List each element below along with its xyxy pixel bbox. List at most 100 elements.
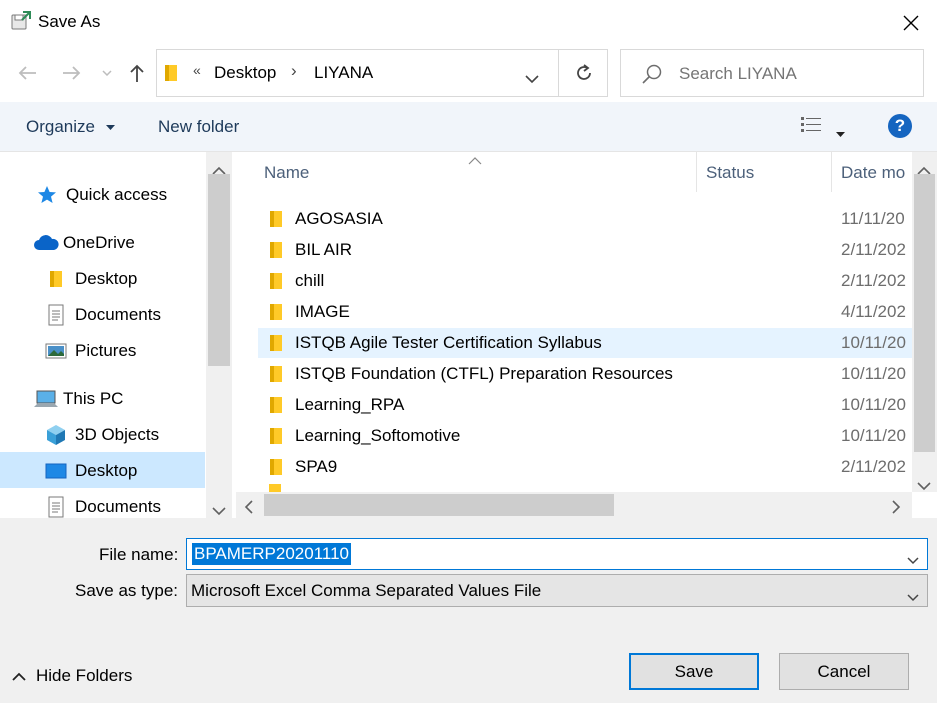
save-as-app-icon	[10, 10, 32, 32]
sidebar-item-label: This PC	[63, 389, 124, 408]
title-bar	[0, 0, 937, 44]
search-box[interactable]	[620, 49, 924, 97]
sidebar-item-label: Documents	[75, 305, 161, 324]
save-as-type-value: Microsoft Excel Comma Separated Values F…	[191, 581, 542, 600]
file-name: Learning_Softomotive	[295, 426, 461, 445]
sidebar-item-desktop[interactable]: Desktop	[45, 453, 137, 489]
file-row[interactable]: ISTQB Agile Tester Certification Syllabu…	[258, 328, 912, 358]
organize-label: Organize	[26, 117, 95, 136]
sidebar-item-label: Pictures	[75, 341, 137, 360]
organize-button[interactable]: Organize	[26, 117, 115, 137]
breadcrumb-desktop[interactable]: Desktop	[214, 63, 276, 83]
scroll-down-arrow-icon[interactable]	[917, 476, 931, 496]
folder-icon	[268, 303, 284, 326]
new-folder-button[interactable]: New folder	[158, 117, 239, 137]
scroll-right-arrow-icon[interactable]	[892, 499, 901, 519]
arrow-left-icon	[18, 66, 36, 80]
path-overflow[interactable]: «	[193, 62, 201, 78]
window-title: Save As	[38, 12, 101, 31]
folder-icon	[268, 396, 284, 419]
change-view-button[interactable]	[800, 115, 824, 137]
close-button[interactable]	[890, 6, 932, 40]
column-header-date-modified[interactable]: Date mo	[841, 163, 911, 183]
file-row[interactable]: BIL AIR 2/11/202	[258, 235, 912, 265]
sidebar-item-quick-access[interactable]: Quick access	[36, 177, 167, 213]
breadcrumb-liyana[interactable]: LIYANA	[314, 63, 373, 83]
file-row[interactable]: ISTQB Foundation (CTFL) Preparation Reso…	[258, 359, 912, 389]
search-icon	[641, 63, 663, 90]
scroll-left-arrow-icon[interactable]	[244, 499, 253, 519]
search-input[interactable]	[679, 62, 909, 86]
forward-button[interactable]	[55, 58, 89, 88]
save-as-type-dropdown-button[interactable]	[907, 587, 919, 607]
close-icon	[903, 15, 919, 31]
hide-folders-label: Hide Folders	[36, 666, 133, 685]
file-row[interactable]: AGOSASIA 11/11/20	[258, 204, 912, 234]
column-header-status[interactable]: Status	[706, 163, 754, 183]
sidebar-item-desktop-onedrive[interactable]: Desktop	[45, 261, 137, 297]
cube-icon	[45, 424, 67, 446]
file-row[interactable]: Learning_RPA 10/11/20	[258, 390, 912, 420]
file-list-horizontal-thumb[interactable]	[264, 494, 614, 516]
file-date-modified: 4/11/202	[841, 302, 906, 321]
file-name-dropdown-button[interactable]	[907, 550, 919, 570]
folder-icon	[268, 365, 284, 388]
sidebar-item-label: Documents	[75, 497, 161, 516]
sidebar-scroll-thumb[interactable]	[208, 174, 230, 366]
file-list-vertical-thumb[interactable]	[914, 174, 935, 452]
sidebar-item-this-pc[interactable]: This PC	[33, 381, 123, 417]
column-divider[interactable]	[696, 152, 697, 192]
sidebar-item-label: Quick access	[66, 185, 168, 204]
arrow-right-icon	[63, 66, 81, 80]
up-button[interactable]	[124, 58, 150, 88]
recent-locations-button[interactable]	[96, 62, 118, 84]
address-bar[interactable]: « Desktop › LIYANA	[156, 49, 608, 97]
column-divider[interactable]	[831, 152, 832, 192]
file-date-modified: 10/11/20	[841, 333, 906, 352]
file-row[interactable]: SPA9 2/11/202	[258, 452, 912, 482]
caret-down-icon	[836, 132, 845, 137]
folder-icon	[164, 63, 178, 88]
breadcrumb-separator: ›	[291, 61, 297, 80]
file-name: ISTQB Foundation (CTFL) Preparation Reso…	[295, 364, 673, 383]
view-options-dropdown[interactable]	[836, 123, 845, 143]
file-row[interactable]: Learning_Softomotive 10/11/20	[258, 421, 912, 451]
folder-icon	[268, 458, 284, 481]
file-name: AGOSASIA	[295, 209, 383, 228]
folder-icon	[268, 210, 284, 233]
folder-icon	[268, 427, 284, 450]
back-button[interactable]	[10, 58, 44, 88]
file-date-modified: 10/11/20	[841, 364, 906, 383]
file-row[interactable]: IMAGE 4/11/202	[258, 297, 912, 327]
sidebar-item-3d-objects[interactable]: 3D Objects	[45, 417, 159, 453]
help-button[interactable]: ?	[888, 114, 912, 138]
computer-icon	[33, 388, 59, 410]
file-name-input[interactable]: BPAMERP20201110	[186, 538, 928, 570]
sidebar-item-documents-onedrive[interactable]: Documents	[45, 297, 161, 333]
folder-icon	[268, 241, 284, 264]
sidebar-item-onedrive[interactable]: OneDrive	[33, 225, 135, 261]
hide-folders-button[interactable]: Hide Folders	[12, 666, 132, 686]
cancel-button[interactable]: Cancel	[779, 653, 909, 690]
refresh-icon	[576, 64, 591, 80]
document-icon	[45, 304, 67, 326]
folder-icon	[268, 334, 284, 357]
chevron-down-icon	[907, 594, 919, 602]
save-as-type-select[interactable]: Microsoft Excel Comma Separated Values F…	[186, 574, 928, 607]
sort-ascending-icon	[468, 150, 482, 170]
file-name: Learning_RPA	[295, 395, 405, 414]
address-dropdown-button[interactable]	[525, 69, 539, 89]
sidebar-item-label: OneDrive	[63, 233, 135, 252]
chevron-down-icon	[525, 75, 539, 84]
file-row[interactable]: chill 2/11/202	[258, 266, 912, 296]
column-header-name[interactable]: Name	[264, 163, 309, 183]
sidebar-item-pictures[interactable]: Pictures	[45, 333, 136, 369]
file-date-modified: 2/11/202	[841, 271, 906, 290]
refresh-button[interactable]	[558, 49, 608, 97]
file-date-modified: 2/11/202	[841, 240, 906, 259]
file-name-value[interactable]: BPAMERP20201110	[192, 543, 351, 565]
chevron-down-icon	[102, 70, 112, 76]
pictures-icon	[45, 340, 67, 362]
save-button[interactable]: Save	[629, 653, 759, 690]
sidebar-item-label: 3D Objects	[75, 425, 160, 444]
